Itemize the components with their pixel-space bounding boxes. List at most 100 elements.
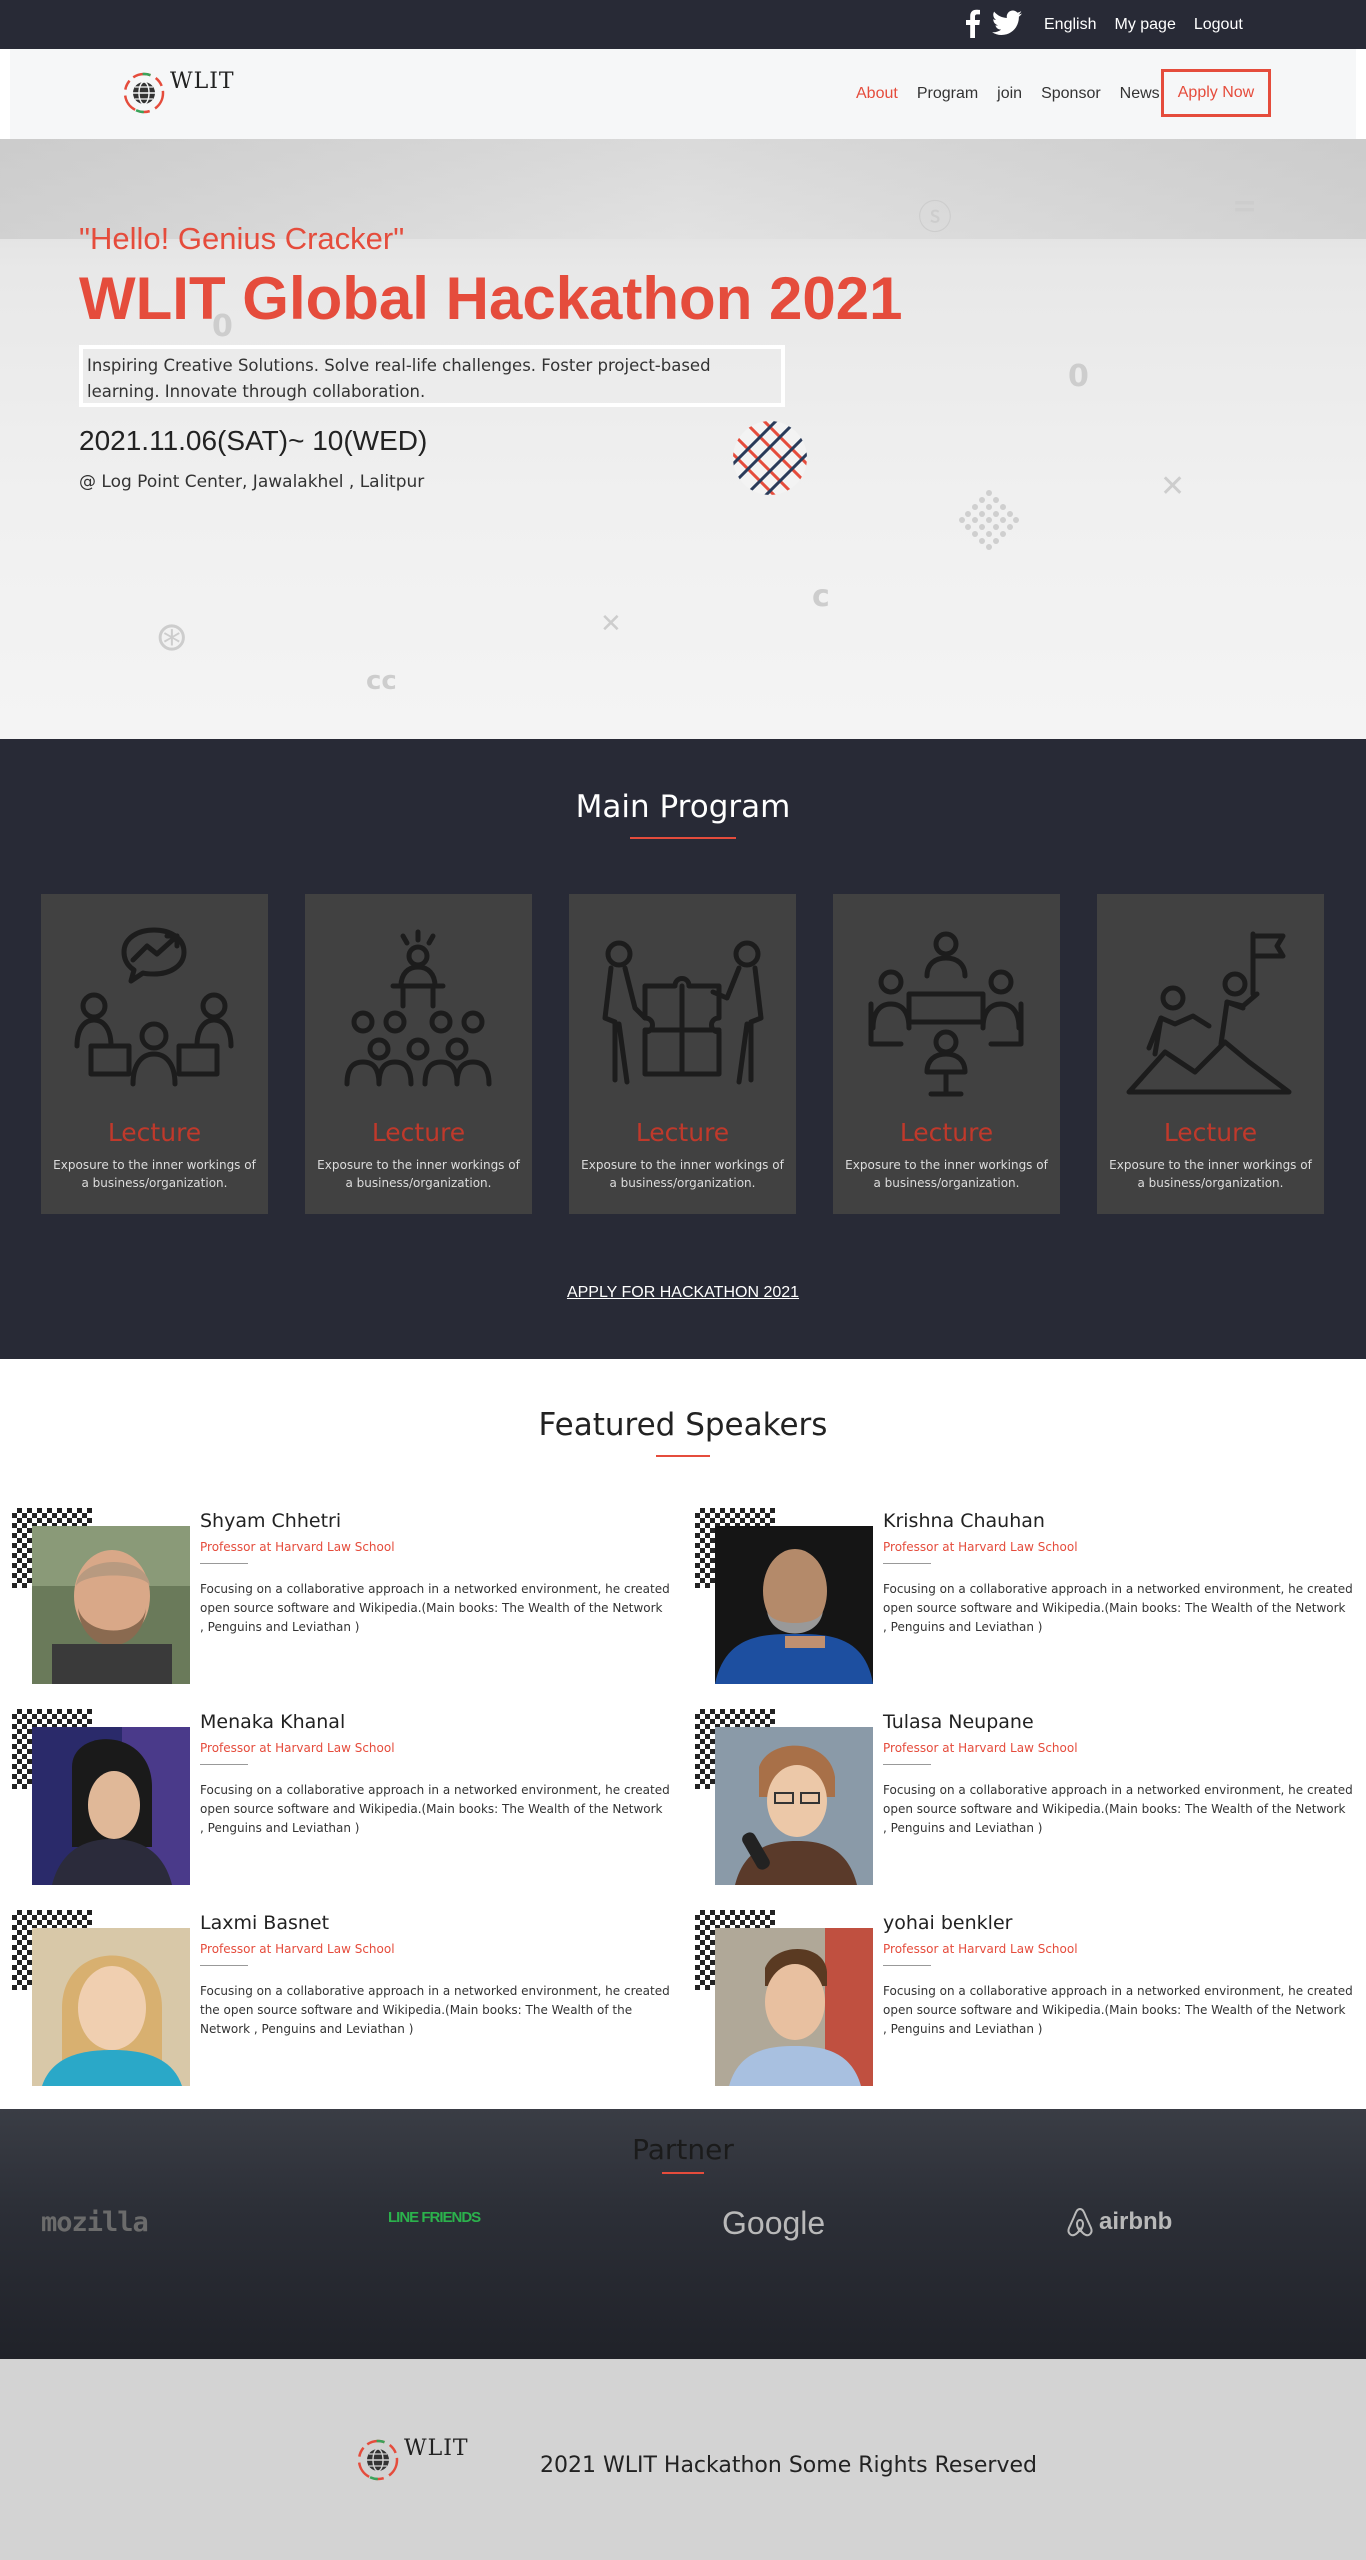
apply-now-button[interactable]: Apply Now — [1161, 69, 1271, 117]
facebook-icon[interactable] — [964, 8, 982, 38]
copyright-text: 2021 WLIT Hackathon Some Rights Reserved — [540, 2453, 1037, 2478]
speaker-card[interactable]: Krishna Chauhan Professor at Harvard Law… — [695, 1508, 1353, 1688]
twitter-icon[interactable] — [992, 10, 1022, 36]
partner-logo-airbnb[interactable]: airbnb — [1065, 2206, 1172, 2238]
speaker-photo — [715, 1526, 873, 1684]
speaker-bio: Focusing on a collaborative approach in … — [883, 1984, 1353, 2036]
program-card[interactable]: Lecture Exposure to the inner workings o… — [833, 894, 1060, 1214]
divider — [200, 1764, 248, 1765]
speaker-card[interactable]: Laxmi Basnet Professor at Harvard Law Sc… — [12, 1910, 670, 2090]
speaker-name: Tulasa Neupane — [883, 1711, 1034, 1733]
hero-section: 0 0 ⓢ = ✕ ✕ c cc ⊛ "Hello! Genius Cracke… — [0, 139, 1366, 739]
puzzle-teamwork-icon — [602, 940, 764, 1085]
nav-item-news[interactable]: News — [1120, 85, 1160, 103]
title-underline — [662, 2172, 704, 2174]
deco-zero-icon: 0 — [1068, 359, 1089, 394]
section-title: Main Program — [575, 789, 791, 825]
deco-diamond-dots-icon — [959, 490, 1019, 550]
speaker-bio: Focusing on a collaborative approach in … — [200, 1783, 670, 1835]
speaker-role: Professor at Harvard Law School — [883, 1942, 1078, 1956]
site-logo[interactable]: WLIT — [122, 69, 235, 115]
deco-cross-icon: ✕ — [600, 609, 622, 639]
nav-menu: About Program join Sponsor News — [856, 49, 1160, 139]
program-card[interactable]: Lecture Exposure to the inner workings o… — [305, 894, 532, 1214]
nav-item-about[interactable]: About — [856, 85, 898, 103]
event-location: @ Log Point Center, Jawalakhel , Lalitpu… — [79, 472, 425, 492]
card-description: Exposure to the inner workings of a busi… — [53, 1158, 256, 1190]
nav-item-sponsor[interactable]: Sponsor — [1041, 85, 1101, 103]
speaker-card[interactable]: yohai benkler Professor at Harvard Law S… — [695, 1910, 1353, 2090]
speaker-name: Krishna Chauhan — [883, 1510, 1045, 1532]
speaker-photo — [32, 1526, 190, 1684]
speaker-role: Professor at Harvard Law School — [200, 1942, 395, 1956]
speaker-photo — [715, 1928, 873, 2086]
title-underline — [656, 1455, 710, 1457]
section-title: Featured Speakers — [538, 1407, 828, 1443]
summit-flag-icon — [1126, 931, 1292, 1095]
top-bar: English My page Logout — [0, 0, 1366, 49]
card-description: Exposure to the inner workings of a busi… — [1109, 1158, 1312, 1190]
meeting-growth-icon — [74, 927, 234, 1087]
divider — [883, 1764, 931, 1765]
speaker-card[interactable]: Shyam Chhetri Professor at Harvard Law S… — [12, 1508, 670, 1688]
language-link[interactable]: English — [1044, 16, 1096, 34]
logo-text: WLIT — [170, 69, 235, 94]
airbnb-icon — [1067, 2207, 1093, 2237]
apply-hackathon-link[interactable]: APPLY FOR HACKATHON 2021 — [567, 1284, 799, 1301]
partner-logo-mozilla[interactable]: mozilla — [41, 2207, 149, 2238]
card-description: Exposure to the inner workings of a busi… — [845, 1158, 1048, 1190]
speaker-role: Professor at Harvard Law School — [200, 1741, 395, 1755]
section-title: Partner — [632, 2133, 734, 2166]
speaker-name: yohai benkler — [883, 1912, 1013, 1934]
speaker-role: Professor at Harvard Law School — [200, 1540, 395, 1554]
nav-item-program[interactable]: Program — [917, 85, 978, 103]
speaker-card[interactable]: Menaka Khanal Professor at Harvard Law S… — [12, 1709, 670, 1889]
speaker-photo — [715, 1727, 873, 1885]
audience-speaker-icon — [344, 929, 492, 1087]
nav-item-join[interactable]: join — [997, 85, 1022, 103]
hero-title: WLIT Global Hackathon 2021 — [79, 265, 903, 332]
footer-logo[interactable]: WLIT — [356, 2436, 469, 2482]
deco-dollar-icon: ⓢ — [918, 198, 952, 238]
card-title: Lecture — [107, 1118, 202, 1147]
divider — [200, 1965, 248, 1966]
footer: WLIT 2021 WLIT Hackathon Some Rights Res… — [0, 2359, 1366, 2560]
globe-logo-icon — [357, 2439, 399, 2481]
partner-section: Partner mozilla LINE FRIENDS Google airb… — [0, 2109, 1366, 2359]
divider — [200, 1563, 248, 1564]
title-underline — [630, 837, 736, 839]
partner-logo-line-friends[interactable]: LINE FRIENDS — [388, 2209, 481, 2226]
speaker-name: Laxmi Basnet — [200, 1912, 330, 1934]
card-description: Exposure to the inner workings of a busi… — [317, 1158, 520, 1190]
deco-equals-icon: = — [1232, 189, 1258, 224]
main-nav: WLIT About Program join Sponsor News App… — [0, 49, 1366, 139]
my-page-link[interactable]: My page — [1114, 16, 1175, 34]
speaker-photo — [32, 1727, 190, 1885]
partner-logo-google[interactable]: Google — [722, 2205, 825, 2242]
program-card[interactable]: Lecture Exposure to the inner workings o… — [1097, 894, 1324, 1214]
apply-link-wrap: APPLY FOR HACKATHON 2021 — [0, 1282, 1366, 1302]
main-program-section: Main Program Lecture Exposure to the inn… — [0, 739, 1366, 1359]
hero-description: Inspiring Creative Solutions. Solve real… — [79, 345, 785, 407]
card-title: Lecture — [1163, 1118, 1258, 1147]
program-card[interactable]: Lecture Exposure to the inner workings o… — [41, 894, 268, 1214]
deco-ball-icon — [733, 421, 807, 495]
divider — [883, 1563, 931, 1564]
social-links — [964, 8, 1022, 38]
divider — [883, 1965, 931, 1966]
speaker-bio: Focusing on a collaborative approach in … — [883, 1582, 1353, 1634]
card-title: Lecture — [635, 1118, 730, 1147]
speaker-bio: Focusing on a collaborative approach in … — [200, 1984, 670, 2036]
program-cards: Lecture Exposure to the inner workings o… — [41, 894, 1324, 1214]
logout-link[interactable]: Logout — [1194, 16, 1243, 34]
round-table-icon — [868, 931, 1024, 1097]
event-date: 2021.11.06(SAT)~ 10(WED) — [79, 425, 428, 456]
program-card[interactable]: Lecture Exposure to the inner workings o… — [569, 894, 796, 1214]
airbnb-wordmark: airbnb — [1099, 2208, 1173, 2235]
speaker-card[interactable]: Tulasa Neupane Professor at Harvard Law … — [695, 1709, 1353, 1889]
speaker-name: Menaka Khanal — [200, 1711, 346, 1733]
deco-cc-icon: cc — [366, 666, 397, 696]
speaker-role: Professor at Harvard Law School — [883, 1741, 1078, 1755]
hero-tagline: "Hello! Genius Cracker" — [79, 221, 405, 256]
speaker-role: Professor at Harvard Law School — [883, 1540, 1078, 1554]
